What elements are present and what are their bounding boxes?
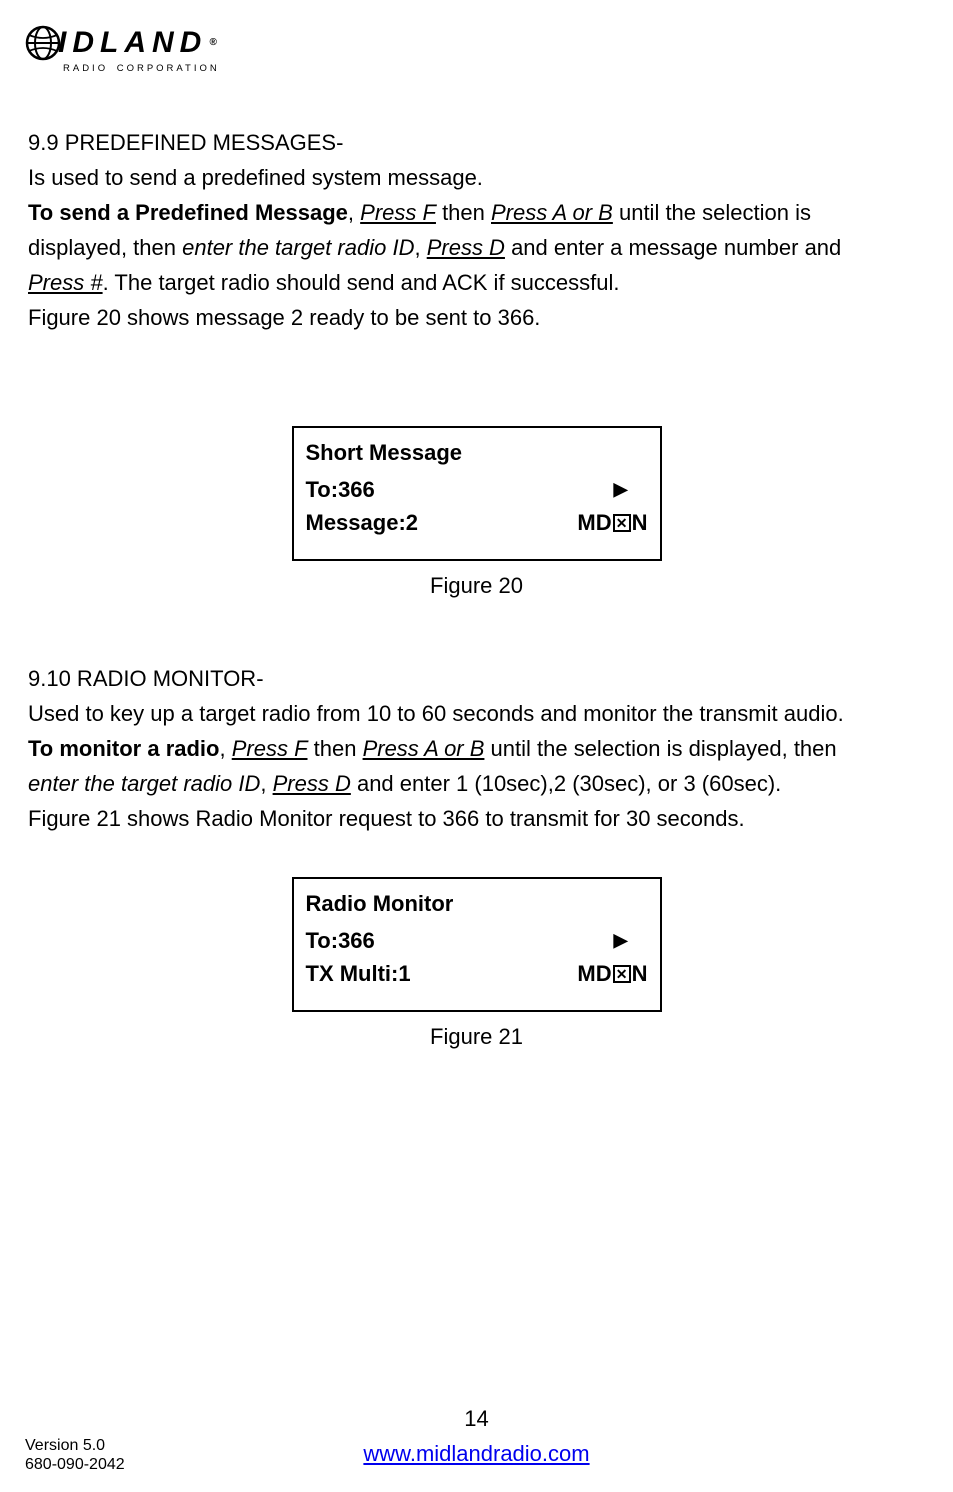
n-text: N (632, 506, 648, 539)
md-text: MD (577, 506, 611, 539)
s99-line3: displayed, then enter the target radio I… (28, 231, 925, 264)
n-text: N (632, 957, 648, 990)
play-icon: ▶ (614, 476, 628, 503)
globe-icon (25, 25, 61, 61)
website-link[interactable]: www.midlandradio.com (363, 1441, 589, 1466)
registered-mark: ® (209, 35, 222, 50)
play-icon: ▶ (614, 927, 628, 954)
text: Press A or B (363, 736, 485, 761)
version-block: Version 5.0 680-090-2042 (25, 1436, 125, 1474)
s910-line3: enter the target radio ID, Press D and e… (28, 767, 925, 800)
text: until the selection is (613, 200, 811, 225)
logo-subtitle: RADIO CORPORATION (63, 62, 223, 76)
text: Press D (273, 771, 351, 796)
page-number: 14 (0, 1402, 953, 1435)
display-message: Message:2 (306, 506, 419, 539)
display-mdxn: MD✕N (577, 957, 647, 990)
text: Press F (360, 200, 436, 225)
text: To send a Predefined Message (28, 200, 348, 225)
text: and enter 1 (10sec),2 (30sec), or 3 (60s… (351, 771, 781, 796)
text: . The target radio should send and ACK i… (103, 270, 620, 295)
display-mdxn: MD✕N (577, 506, 647, 539)
text: Press A or B (491, 200, 613, 225)
text: To monitor a radio (28, 736, 219, 761)
text: , (348, 200, 360, 225)
doc-number: 680-090-2042 (25, 1455, 125, 1474)
text: enter the target radio ID (28, 771, 260, 796)
display-to: To:366 (306, 924, 375, 957)
display-short-message: Short Message To:366 ▶ Message:2 MD✕N (292, 426, 662, 561)
section-910-heading: 9.10 RADIO MONITOR- (28, 662, 925, 695)
s910-line2: To monitor a radio, Press F then Press A… (28, 732, 925, 765)
x-box-icon: ✕ (613, 965, 631, 983)
logo-text: IDLAND ® (25, 20, 223, 65)
s99-line1: Is used to send a predefined system mess… (28, 161, 925, 194)
display-title: Radio Monitor (306, 887, 648, 920)
main-content: 9.9 PREDEFINED MESSAGES- Is used to send… (25, 126, 928, 1053)
version-text: Version 5.0 (25, 1436, 125, 1455)
figure-20-caption: Figure 20 (28, 569, 925, 602)
display-row: Message:2 MD✕N (306, 506, 648, 539)
s99-line5: Figure 20 shows message 2 ready to be se… (28, 301, 925, 334)
text: , (414, 235, 426, 260)
text: , (260, 771, 272, 796)
page-footer: 14 www.midlandradio.com (0, 1402, 953, 1470)
text: displayed, then (28, 235, 182, 260)
text: then (436, 200, 491, 225)
text: then (308, 736, 363, 761)
display-row: To:366 ▶ (306, 924, 648, 957)
display-title: Short Message (306, 436, 648, 469)
logo-brand-text: IDLAND (58, 20, 207, 65)
text: enter the target radio ID (182, 235, 414, 260)
text: Press # (28, 270, 103, 295)
s910-line4: Figure 21 shows Radio Monitor request to… (28, 802, 925, 835)
display-row: TX Multi:1 MD✕N (306, 957, 648, 990)
s99-line4: Press #. The target radio should send an… (28, 266, 925, 299)
figure-21-caption: Figure 21 (28, 1020, 925, 1053)
display-to: To:366 (306, 473, 375, 506)
logo-main: IDLAND ® RADIO CORPORATION (25, 20, 223, 76)
display-row: To:366 ▶ (306, 473, 648, 506)
s99-line2: To send a Predefined Message, Press F th… (28, 196, 925, 229)
text: and enter a message number and (505, 235, 841, 260)
s910-line1: Used to key up a target radio from 10 to… (28, 697, 925, 730)
section-99-heading: 9.9 PREDEFINED MESSAGES- (28, 126, 925, 159)
brand-logo: IDLAND ® RADIO CORPORATION (25, 20, 928, 76)
text: Press F (232, 736, 308, 761)
display-radio-monitor: Radio Monitor To:366 ▶ TX Multi:1 MD✕N (292, 877, 662, 1012)
x-box-icon: ✕ (613, 514, 631, 532)
display-txmulti: TX Multi:1 (306, 957, 411, 990)
text: Press D (427, 235, 505, 260)
text: , (219, 736, 231, 761)
md-text: MD (577, 957, 611, 990)
text: until the selection is displayed, then (484, 736, 836, 761)
